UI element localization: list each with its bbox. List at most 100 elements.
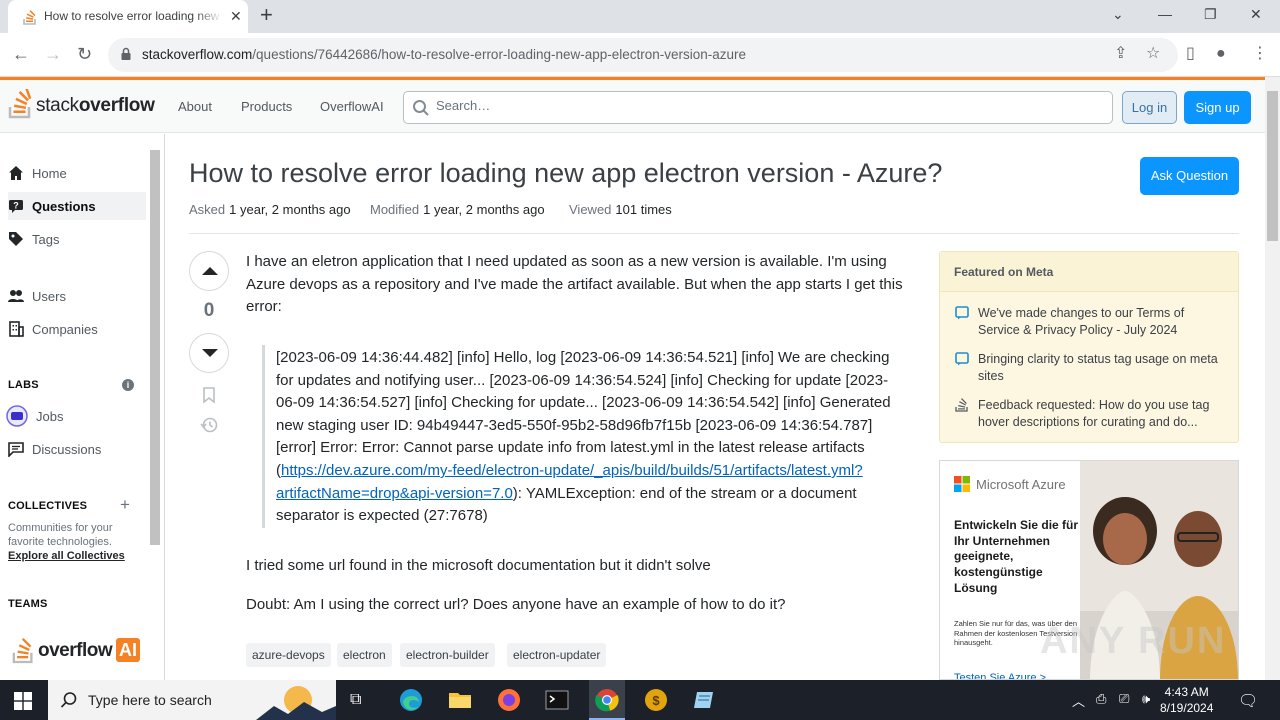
coin-app-icon[interactable]: $: [642, 686, 670, 714]
overflow-ai-logo[interactable]: overflow AI: [12, 634, 152, 666]
sidebar-item-users[interactable]: Users: [8, 282, 146, 310]
anyrun-watermark: ANY RUN: [1040, 620, 1227, 662]
sidebar-item-companies[interactable]: Companies: [8, 315, 146, 343]
new-tab-button[interactable]: +: [260, 4, 273, 26]
notifications-icon[interactable]: 🗨: [1238, 691, 1258, 711]
log-text: [2023-06-09 14:36:44.482] [info] Hello, …: [276, 349, 891, 479]
task-view-icon[interactable]: ⧉: [350, 691, 361, 709]
scrollbar-thumb[interactable]: [1267, 91, 1278, 241]
meta-viewed: Viewed 101 times: [569, 202, 672, 217]
notepad-icon[interactable]: [690, 686, 718, 714]
question-title[interactable]: How to resolve error loading new app ele…: [189, 158, 942, 189]
signup-button[interactable]: Sign up: [1184, 91, 1251, 124]
clock-time: 4:43 AM: [1164, 685, 1209, 699]
search-icon: [413, 100, 429, 116]
firefox-icon[interactable]: [495, 686, 523, 714]
featured-item-text: We've made changes to our Terms of Servi…: [978, 306, 1185, 337]
sidebar-item-tags[interactable]: Tags: [8, 225, 146, 253]
upvote-button[interactable]: [189, 251, 229, 291]
clock-date: 8/19/2024: [1160, 701, 1214, 715]
share-icon[interactable]: ⇪: [1114, 45, 1127, 63]
restore-icon[interactable]: ❐: [1204, 6, 1217, 23]
featured-item-text: Bringing clarity to status tag usage on …: [978, 352, 1218, 383]
tab-close-icon[interactable]: ✕: [230, 8, 242, 25]
tag-electron-updater[interactable]: electron-updater: [507, 643, 607, 667]
edge-icon[interactable]: [397, 686, 425, 714]
search-icon: [60, 692, 77, 708]
tag-electron[interactable]: electron: [337, 643, 392, 667]
login-button[interactable]: Log in: [1122, 91, 1177, 124]
nav-overflowai[interactable]: OverflowAI: [320, 99, 384, 114]
url-domain: stackoverflow.com: [142, 47, 253, 62]
explore-collectives-link[interactable]: Explore all Collectives: [8, 550, 125, 562]
overflow-ai-badge: AI: [116, 638, 140, 662]
windows-start-icon[interactable]: [14, 692, 32, 710]
nav-about[interactable]: About: [178, 99, 212, 114]
ad-headline: Entwickeln Sie die für Ihr Unternehmen g…: [954, 518, 1079, 595]
stackoverflow-logo[interactable]: stackoverflow: [8, 89, 158, 121]
back-icon[interactable]: ←: [12, 43, 30, 65]
add-collective-icon[interactable]: +: [120, 495, 130, 515]
labs-heading: LABS: [8, 379, 39, 391]
tag-electron-builder[interactable]: electron-builder: [400, 643, 495, 667]
featured-item[interactable]: Feedback requested: How do you use tag h…: [954, 397, 1224, 431]
featured-item[interactable]: Bringing clarity to status tag usage on …: [954, 351, 1224, 385]
search-box[interactable]: [403, 91, 1113, 124]
overflow-ai-text: overflow: [38, 640, 113, 661]
meta-post-icon: [955, 352, 969, 366]
sidebar-scrollbar[interactable]: [150, 150, 160, 545]
page-scrollbar[interactable]: [1265, 77, 1280, 680]
tag-azure-devops[interactable]: azure-devops: [246, 643, 331, 667]
sidebar-item-jobs[interactable]: Jobs: [6, 402, 144, 430]
tray-device-icon[interactable]: ⎙: [1096, 691, 1106, 707]
meta-value: 101 times: [615, 202, 672, 217]
tag-icon: [9, 232, 23, 246]
tray-chevron-icon[interactable]: ︿: [1072, 691, 1085, 710]
header-divider: [189, 233, 1239, 234]
so-header: stackoverflow About Products OverflowAI …: [0, 77, 1265, 133]
post-intro: I have an eletron application that I nee…: [246, 253, 903, 316]
address-bar[interactable]: stackoverflow.com/questions/76442686/how…: [108, 38, 1178, 72]
meta-asked: Asked 1 year, 2 months ago: [189, 202, 351, 217]
browser-tab[interactable]: How to resolve error loading new app ele…: [8, 0, 248, 33]
tab-search-chevron-icon[interactable]: ⌄: [1112, 6, 1124, 23]
minimize-icon[interactable]: —: [1158, 6, 1172, 22]
forward-icon[interactable]: →: [44, 43, 62, 65]
terminal-icon[interactable]: [543, 686, 571, 714]
taskbar-search-text: Type here to search: [88, 692, 212, 708]
bookmark-icon[interactable]: [200, 386, 218, 404]
menu-kebab-icon[interactable]: ⋮: [1252, 45, 1268, 63]
network-icon[interactable]: ⎚: [1119, 691, 1129, 707]
volume-icon[interactable]: 🕪: [1142, 691, 1150, 707]
file-explorer-icon[interactable]: [446, 686, 474, 714]
downvote-button[interactable]: [189, 333, 229, 373]
taskbar-clock[interactable]: 4:43 AM 8/19/2024: [1160, 684, 1213, 716]
sidebar-item-discussions[interactable]: Discussions: [8, 435, 146, 463]
close-window-icon[interactable]: ✕: [1250, 6, 1262, 23]
info-icon[interactable]: i: [122, 379, 134, 391]
search-input[interactable]: [436, 98, 1096, 113]
reload-icon[interactable]: ↻: [77, 43, 92, 65]
featured-item[interactable]: We've made changes to our Terms of Servi…: [954, 305, 1224, 339]
sidebar-item-questions[interactable]: ? Questions: [8, 192, 146, 220]
nav-products[interactable]: Products: [241, 99, 292, 114]
stackoverflow-favicon-icon: [23, 10, 36, 25]
chrome-icon[interactable]: [593, 686, 621, 714]
bookmark-star-icon[interactable]: ☆: [1146, 45, 1160, 63]
taskbar-search-box[interactable]: Type here to search: [48, 680, 336, 720]
side-panel-icon[interactable]: ▯: [1186, 45, 1195, 63]
meta-value[interactable]: 1 year, 2 months ago: [423, 202, 544, 217]
lock-icon: [121, 47, 131, 60]
meta-label: Asked: [189, 202, 226, 217]
jobs-icon: [6, 405, 28, 427]
ad-cta-link[interactable]: Testen Sie Azure >: [954, 672, 1046, 679]
profile-icon[interactable]: ●: [1216, 45, 1226, 63]
discussions-icon: [8, 442, 24, 457]
ask-question-button[interactable]: Ask Question: [1140, 157, 1239, 195]
url-text: stackoverflow.com/questions/76442686/how…: [142, 47, 746, 62]
history-icon[interactable]: [200, 416, 218, 434]
featured-heading: Featured on Meta: [940, 252, 1238, 292]
post-paragraph: Doubt: Am I using the correct url? Does …: [246, 596, 786, 613]
browser-tab-strip: How to resolve error loading new app ele…: [0, 0, 1280, 33]
sidebar-item-home[interactable]: Home: [8, 159, 146, 187]
